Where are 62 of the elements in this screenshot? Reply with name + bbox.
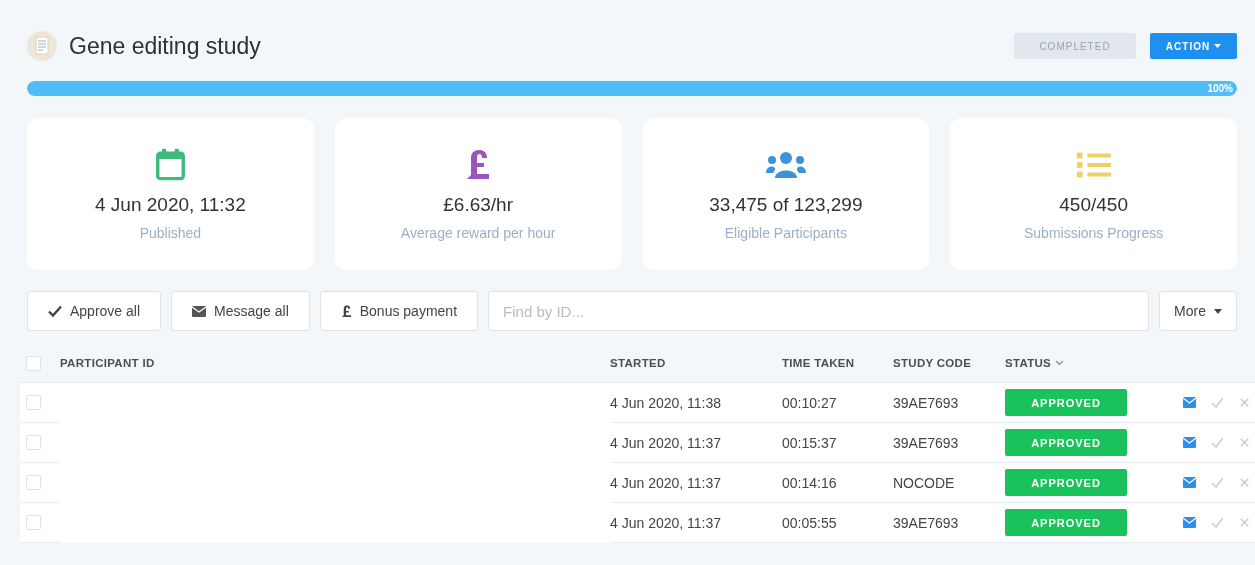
status-badge: APPROVED <box>1005 469 1127 496</box>
checkbox[interactable] <box>26 395 41 410</box>
check-icon <box>1211 517 1224 528</box>
status-badge: APPROVED <box>1005 389 1127 416</box>
envelope-icon <box>1183 397 1196 408</box>
stat-value: 4 Jun 2020, 11:32 <box>95 194 246 216</box>
column-header[interactable]: STARTED <box>610 357 666 369</box>
pound-icon <box>340 304 352 318</box>
stat-value: 33,475 of 123,299 <box>709 194 863 216</box>
stat-value: £6.63/hr <box>443 194 513 216</box>
check-icon <box>1211 397 1224 408</box>
more-button[interactable]: More <box>1159 291 1237 331</box>
close-icon <box>1239 437 1250 448</box>
status-badge: APPROVED <box>1005 509 1127 536</box>
column-header[interactable]: TIME TAKEN <box>782 357 855 369</box>
close-icon <box>1239 517 1250 528</box>
table-cell: 00:15:37 <box>782 434 837 451</box>
table-cell: 4 Jun 2020, 11:37 <box>610 434 722 451</box>
chevron-icon <box>1055 360 1065 366</box>
column-header[interactable]: STATUS <box>1005 357 1052 369</box>
check-icon <box>1211 437 1224 448</box>
table-cell: 4 Jun 2020, 11:38 <box>610 394 722 411</box>
checkbox[interactable] <box>26 475 41 490</box>
check-icon <box>1211 477 1224 488</box>
caret-icon <box>1214 44 1222 48</box>
document-icon <box>27 31 57 61</box>
column-header[interactable]: PARTICIPANT ID <box>60 357 155 369</box>
envelope-icon <box>1183 517 1196 528</box>
calendar-icon <box>154 148 186 182</box>
pound-icon <box>465 148 492 182</box>
progress-percent: 100% <box>1207 83 1234 94</box>
search-field[interactable]: Find by ID... <box>488 291 1150 331</box>
stat-label: Submissions Progress <box>1024 225 1164 241</box>
toolbar-button[interactable]: Approve all <box>27 291 162 331</box>
close-icon <box>1239 477 1250 488</box>
status-badge: APPROVED <box>1005 429 1127 456</box>
stat-value: 450/450 <box>1059 194 1128 216</box>
table-cell: 4 Jun 2020, 11:37 <box>610 474 722 491</box>
stat-label: Published <box>139 225 202 241</box>
envelope-icon <box>1183 437 1196 448</box>
stat-label: Eligible Participants <box>724 225 847 241</box>
envelope-icon <box>1183 477 1196 488</box>
table-cell: 00:14:16 <box>782 474 837 491</box>
caret-icon <box>1214 308 1222 314</box>
table-cell: 00:10:27 <box>782 394 837 411</box>
table-cell: 4 Jun 2020, 11:37 <box>610 514 722 531</box>
checkbox[interactable] <box>26 435 41 450</box>
table-cell: 00:05:55 <box>782 514 837 531</box>
toolbar-button[interactable]: Bonus payment <box>319 291 479 331</box>
checkbox[interactable] <box>26 355 41 371</box>
checkbox[interactable] <box>26 515 41 530</box>
stat-label: Average reward per hour <box>400 225 556 241</box>
table-cell: NOCODE <box>893 474 955 491</box>
check-icon <box>48 304 62 318</box>
envelope-icon <box>192 304 207 318</box>
table-cell: 39AE7693 <box>893 394 959 411</box>
table-cell: 39AE7693 <box>893 514 959 531</box>
column-header[interactable]: STUDY CODE <box>893 357 972 369</box>
table-cell: 39AE7693 <box>893 434 959 451</box>
toolbar-button[interactable]: Message all <box>171 291 310 331</box>
study-title: Gene editing study <box>69 32 262 60</box>
close-icon <box>1239 397 1250 408</box>
